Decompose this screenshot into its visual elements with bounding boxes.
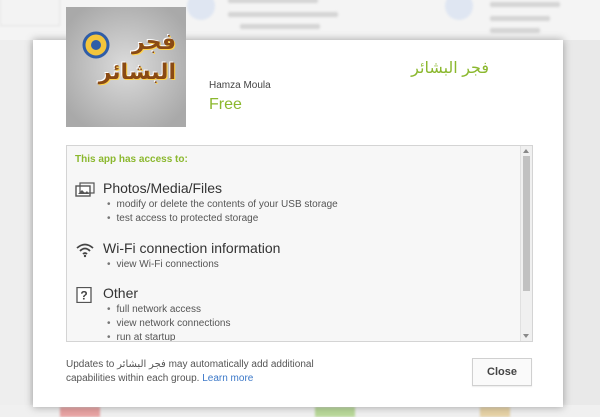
app-permissions-dialog: فجر البشائر فجر البشائر Hamza Moula Free… <box>33 7 563 407</box>
permissions-header: This app has access to: <box>75 154 188 165</box>
learn-more-link[interactable]: Learn more <box>202 373 253 384</box>
updates-note-app-name: فجر البشائر <box>117 359 166 370</box>
logo-wordmark: فجر البشائر <box>98 27 176 87</box>
permission-items: modify or delete the contents of your US… <box>107 198 338 226</box>
app-logo: فجر البشائر <box>66 7 186 127</box>
permissions-content: This app has access to: Photos/Media/Fil… <box>67 146 520 341</box>
background-thumbnail <box>60 407 100 417</box>
permission-group-title: Wi-Fi connection information <box>103 240 281 256</box>
app-title: فجر البشائر <box>411 60 489 77</box>
logo-line-2: البشائر <box>98 59 176 84</box>
background-text <box>228 0 318 3</box>
background-text <box>228 12 338 17</box>
developer-name[interactable]: Hamza Moula <box>209 80 271 91</box>
question-box-icon: ? <box>76 287 92 303</box>
updates-note: Updates to فجر البشائر may automatically… <box>66 358 326 386</box>
permission-items: full network access view network connect… <box>107 303 231 341</box>
permissions-list[interactable]: This app has access to: Photos/Media/Fil… <box>66 145 533 342</box>
background-thumbnail <box>315 407 355 417</box>
background-thumbnail <box>480 407 510 417</box>
wifi-icon <box>76 243 94 258</box>
background-text <box>490 16 550 21</box>
permission-items: view Wi-Fi connections <box>107 258 219 272</box>
app-price: Free <box>209 96 242 113</box>
updates-note-prefix: Updates to <box>66 359 118 370</box>
permission-item: full network access <box>107 303 230 317</box>
scrollbar-thumb[interactable] <box>523 156 530 291</box>
permission-item: modify or delete the contents of your US… <box>107 198 338 212</box>
background-sidebar <box>0 40 30 405</box>
permission-item: view network connections <box>107 317 231 331</box>
permission-item: run at startup <box>107 331 230 341</box>
permissions-scrollbar[interactable] <box>520 146 532 341</box>
permission-item: test access to protected storage <box>107 212 338 226</box>
scroll-up-arrow-icon[interactable] <box>523 149 529 153</box>
permission-item: view Wi-Fi connections <box>107 258 219 272</box>
background-text <box>240 24 320 29</box>
background-text <box>490 28 540 33</box>
background-card <box>0 0 60 26</box>
scroll-down-arrow-icon[interactable] <box>523 334 529 338</box>
svg-text:?: ? <box>80 289 87 303</box>
permission-group-title: Other <box>103 285 139 301</box>
background-text <box>490 2 560 7</box>
close-button[interactable]: Close <box>472 358 532 386</box>
photo-media-icon <box>75 182 95 197</box>
logo-line-1: فجر <box>132 29 176 54</box>
permission-group-title: Photos/Media/Files <box>103 180 223 196</box>
